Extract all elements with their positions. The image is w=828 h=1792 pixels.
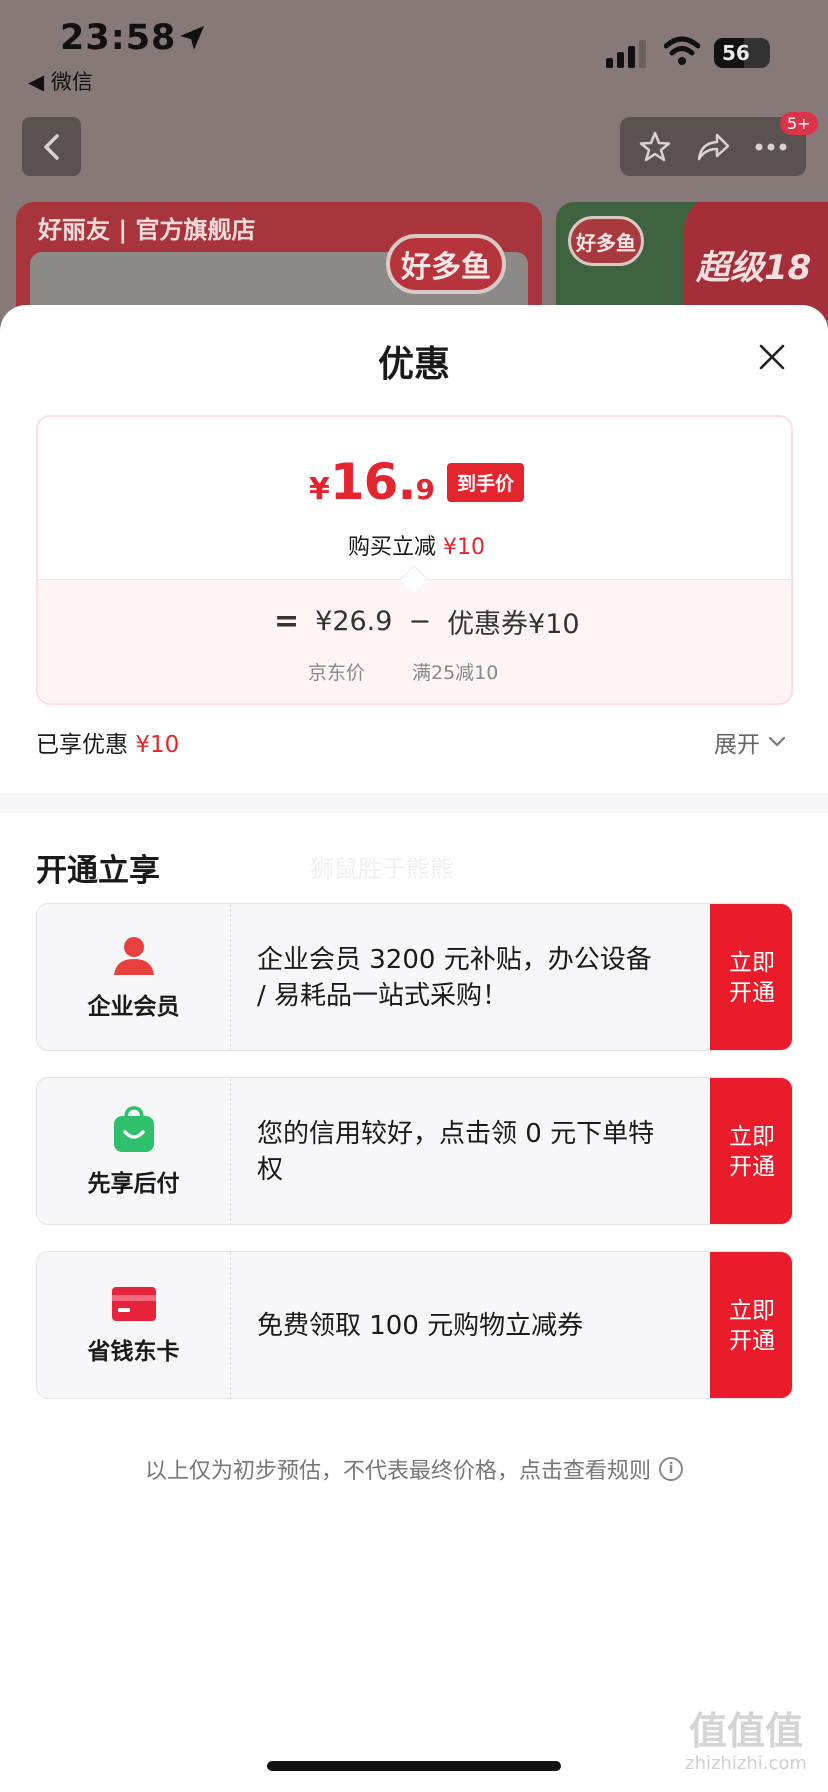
- site-watermark-logo: 值值值: [688, 1709, 803, 1753]
- price-breakdown-card: ¥ 16. 9 到手价 购买立减 ¥10 = ¥26.9 − 优惠券¥10 京东…: [36, 415, 793, 705]
- activate-button[interactable]: 立即开通: [710, 1252, 792, 1398]
- status-time: 23:58: [60, 18, 177, 58]
- jd-price: ¥26.9: [315, 606, 393, 637]
- message-badge: 5+: [780, 112, 818, 135]
- cellular-signal-icon: [606, 40, 646, 68]
- offer-description: 企业会员 3200 元补贴，办公设备 / 易耗品一站式采购！: [257, 945, 652, 1011]
- enjoyed-amount: ¥10: [135, 732, 180, 758]
- store-name: 好丽友 | 官方旗舰店: [38, 216, 256, 244]
- close-button[interactable]: [752, 337, 792, 377]
- brand-logo-2: 好多鱼: [568, 216, 644, 266]
- final-price: ¥ 16. 9 到手价: [38, 453, 791, 511]
- offer-name: 省钱东卡: [87, 1339, 180, 1365]
- nav-back-button[interactable]: [22, 117, 81, 176]
- more-icon[interactable]: [754, 142, 788, 152]
- location-arrow-icon: [180, 26, 204, 50]
- instant-discount-amount: ¥10: [443, 535, 485, 560]
- enjoyed-label: 已享优惠: [36, 732, 128, 758]
- star-icon[interactable]: [638, 130, 672, 164]
- site-watermark-url: zhizhizhi.com: [685, 1753, 807, 1774]
- nav-actions-group: [620, 117, 806, 176]
- section-divider: [0, 793, 828, 813]
- price-decimal: 9: [415, 473, 435, 506]
- site-watermark: 值值值 zhizhizhi.com: [676, 1709, 816, 1775]
- final-price-tag: 到手价: [446, 462, 524, 502]
- expand-toggle[interactable]: 展开: [714, 725, 786, 759]
- section-title: 开通立享: [36, 853, 160, 889]
- enjoyed-discount: 已享优惠 ¥10: [36, 725, 179, 759]
- activate-button[interactable]: 立即开通: [710, 904, 792, 1050]
- offer-description: 免费领取 100 元购物立减券: [257, 1311, 584, 1341]
- activate-button[interactable]: 立即开通: [710, 1078, 792, 1224]
- product-banner-1: 好丽友 | 官方旗舰店 好多鱼: [16, 202, 542, 320]
- watermark-text: 狮鼠胜于熊熊: [310, 855, 454, 883]
- instant-discount-label: 购买立减: [347, 535, 436, 560]
- offer-card-saving-card[interactable]: 省钱东卡 免费领取 100 元购物立减券 立即开通: [36, 1251, 793, 1399]
- person-icon: [113, 937, 154, 975]
- battery-level: 56: [722, 41, 750, 65]
- sheet-title: 优惠: [377, 344, 450, 385]
- brand-logo: 好多鱼: [386, 234, 506, 294]
- discount-sheet: 优惠 ¥ 16. 9 到手价 购买立减 ¥10 = ¥26.9 − 优惠券¥10…: [0, 305, 828, 1792]
- price-calculation: = ¥26.9 − 优惠券¥10 京东价 满25减10: [38, 579, 791, 703]
- battery-icon: 56: [714, 38, 770, 68]
- card-icon: [111, 1287, 156, 1321]
- wifi-icon: [664, 36, 700, 65]
- minus-sign: −: [408, 606, 432, 637]
- disclaimer-link[interactable]: 以上仅为初步预估，不代表最终价格，点击查看规则 i: [0, 1453, 828, 1485]
- promo-text: 超级18: [696, 248, 812, 288]
- offer-name: 先享后付: [87, 1171, 180, 1197]
- info-icon: i: [659, 1457, 683, 1481]
- home-indicator: [267, 1761, 561, 1771]
- equals-sign: =: [274, 604, 300, 639]
- coupon-rule: 满25减10: [412, 662, 499, 684]
- disclaimer-text: 以上仅为初步预估，不代表最终价格，点击查看规则: [144, 1459, 651, 1484]
- close-icon: [759, 344, 785, 370]
- offer-card-pay-later[interactable]: 先享后付 您的信用较好，点击领 0 元下单特权 立即开通: [36, 1077, 793, 1225]
- offer-description: 您的信用较好，点击领 0 元下单特权: [257, 1119, 655, 1185]
- product-banner-2: 好多鱼 超级18: [556, 202, 828, 320]
- price-integer: 16.: [329, 453, 417, 511]
- offer-card-enterprise[interactable]: 企业会员 企业会员 3200 元补贴，办公设备 / 易耗品一站式采购！ 立即开通: [36, 903, 793, 1051]
- chevron-down-icon: [768, 736, 786, 747]
- status-bar: 23:58 ◀ 微信 56: [0, 0, 828, 110]
- coupon-amount: 优惠券¥10: [447, 609, 580, 640]
- price-currency: ¥: [309, 472, 330, 507]
- expand-label: 展开: [714, 732, 760, 758]
- offer-name: 企业会员: [87, 994, 180, 1020]
- share-icon[interactable]: [695, 131, 731, 163]
- shopping-bag-icon: [113, 1106, 154, 1152]
- jd-price-label: 京东价: [308, 662, 366, 684]
- instant-discount-line: 购买立减 ¥10: [38, 529, 791, 561]
- back-to-wechat-link[interactable]: ◀ 微信: [28, 66, 93, 96]
- background-product-page: 23:58 ◀ 微信 56 5+ 好丽友 | 官方旗舰店 好多鱼 好多鱼 超级1…: [0, 0, 828, 320]
- chevron-left-icon: [43, 133, 59, 160]
